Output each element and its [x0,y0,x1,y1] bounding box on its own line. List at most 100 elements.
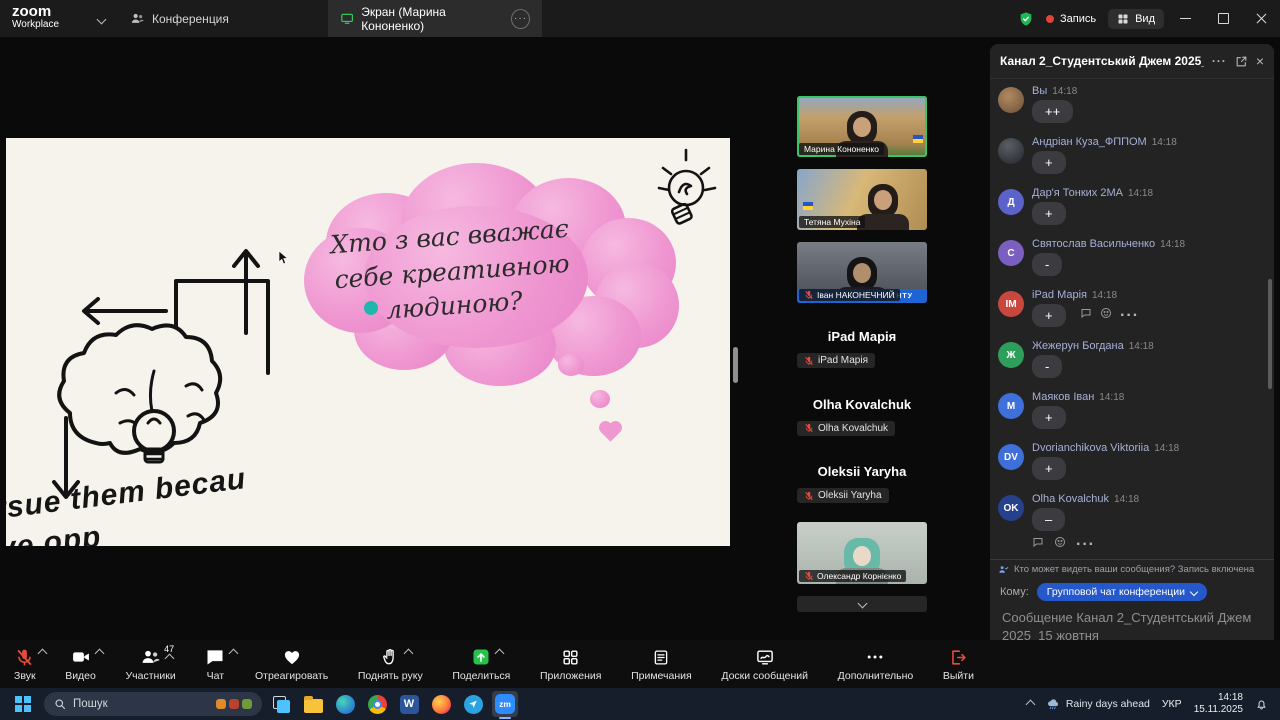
message-bubble[interactable]: + [1032,406,1066,429]
tab-conference[interactable]: Конференция [118,0,241,37]
taskbar-search[interactable]: Пошук [44,692,262,716]
language-indicator[interactable]: УКР [1162,698,1182,710]
audio-participant-olha[interactable]: Olha Kovalchuk Olha Kovalchuk [797,397,927,439]
tab-screen-share[interactable]: Экран (Марина Кононенко) ··· [328,0,542,37]
share-screen-button[interactable]: Поделиться [452,647,510,682]
participants-button[interactable]: 47 Участники [126,647,176,682]
mic-off-icon [804,356,814,366]
zoom-icon: zm [495,694,515,714]
react-button[interactable]: Отреагировать [255,647,328,682]
reply-icon[interactable] [1032,536,1044,548]
taskbar-clock[interactable]: 14:18 15.11.2025 [1194,692,1243,717]
video-options-chevron-icon[interactable] [94,648,104,658]
raise-hand-button[interactable]: Поднять руку [358,647,423,682]
participants-options-chevron-icon[interactable] [165,653,175,663]
collapse-strip-button[interactable] [797,596,927,612]
video-button[interactable]: Видео [65,647,96,682]
telegram-button[interactable] [460,691,486,717]
message-sender[interactable]: Андріан Куза_ФППОМ [1032,136,1147,148]
message-sender[interactable]: Вы [1032,85,1047,97]
message-bubble[interactable]: + [1032,304,1066,327]
message-sender[interactable]: iPad Марія [1032,289,1087,301]
react-heart-icon [282,647,302,667]
chat-bubble-icon [205,647,225,667]
recording-indicator[interactable]: Запись [1046,13,1096,25]
message-bubble[interactable]: - [1032,355,1062,378]
more-button[interactable]: Дополнительно [838,647,914,682]
message-sender[interactable]: Dvorianchikova Viktoriia [1032,442,1149,454]
share-area-scrollbar[interactable] [733,347,738,383]
chat-more-icon[interactable] [1212,54,1227,68]
search-icon [54,698,66,710]
task-view-button[interactable] [268,691,294,717]
tray-overflow-chevron-icon[interactable] [1025,699,1035,709]
shared-screen-slide: Хто з вас вважає себе креативною людиною… [6,138,730,546]
avatar: DV [998,444,1024,470]
message-time: 14:18 [1128,188,1153,199]
emoji-react-icon[interactable] [1100,307,1112,319]
message-sender[interactable]: Жежерун Богдана [1032,340,1124,352]
reply-icon[interactable] [1080,307,1092,319]
chrome-button[interactable] [364,691,390,717]
chat-close-icon[interactable]: × [1256,53,1264,69]
message-sender[interactable]: Дар'я Тонких 2МА [1032,187,1123,199]
notes-button[interactable]: Примечания [631,647,692,682]
audio-participant-oleksii[interactable]: Oleksii Yaryha Oleksii Yaryha [797,464,927,506]
close-button[interactable] [1242,0,1280,37]
date-value: 15.11.2025 [1194,704,1243,717]
message-sender[interactable]: Святослав Васильченко [1032,238,1155,250]
recipient-selector[interactable]: Групповой чат конференции [1037,583,1207,601]
raise-hand-options-chevron-icon[interactable] [403,648,413,658]
message-bubble[interactable]: – [1032,508,1065,531]
mic-off-icon [804,423,814,433]
video-tile-oleksandr[interactable]: Олександр Корнієнко [797,522,927,584]
message-bubble[interactable]: + [1032,202,1066,225]
share-options-chevron-icon[interactable] [495,648,505,658]
edge-button[interactable] [332,691,358,717]
message-sender[interactable]: Olha Kovalchuk [1032,493,1109,505]
more-actions-icon[interactable] [1076,536,1095,554]
windows-taskbar: Пошук W zm Rainy days ahead [0,688,1280,720]
chat-header: Канал 2_Студентський Джем 2025_15 ... × [990,44,1274,79]
minimize-button[interactable] [1166,0,1204,37]
message-bubble[interactable]: + [1032,151,1066,174]
chat-scrollbar[interactable] [1268,279,1272,389]
visibility-people-icon [998,564,1009,575]
audio-participant-ipad-maria[interactable]: iPad Марія iPad Марія [797,329,927,371]
file-explorer-button[interactable] [300,691,326,717]
pop-out-icon[interactable] [1235,55,1248,68]
zoom-app-button[interactable]: zm [492,691,518,717]
maximize-button[interactable] [1204,0,1242,37]
tab-options-icon[interactable]: ··· [511,9,530,29]
more-actions-icon[interactable] [1120,307,1139,325]
avatar: М [998,393,1024,419]
word-button[interactable]: W [396,691,422,717]
apps-button[interactable]: Приложения [540,647,601,682]
chat-message-list[interactable]: Вы14:18 ++ Андріан Куза_ФППОМ14:18 + Д Д… [990,79,1274,559]
chat-options-chevron-icon[interactable] [229,648,239,658]
weather-label: Rainy days ahead [1066,698,1150,710]
message-bubble[interactable]: ++ [1032,100,1073,123]
task-view-icon [273,696,290,713]
video-tile-tetiana[interactable]: Тетяна Мухіна [797,169,927,230]
tab-conference-label: Конференция [152,12,229,26]
weather-widget[interactable]: Rainy days ahead [1046,698,1150,711]
message-bubble[interactable]: - [1032,253,1062,276]
video-tile-marina[interactable]: Марина Кононенко [797,96,927,157]
whiteboards-button[interactable]: Доски сообщений [721,647,808,682]
notifications-bell-icon[interactable] [1255,698,1268,711]
chat-button[interactable]: Чат [205,647,225,682]
view-button[interactable]: Вид [1108,9,1164,29]
audio-button[interactable]: Звук [14,647,36,682]
video-tile-ivan[interactable]: ХНТУ Іван НАКОНЕЧНИЙ [797,242,927,303]
start-button[interactable] [10,691,36,717]
avatar: С [998,240,1024,266]
leave-button[interactable]: Выйти [943,647,974,682]
message-bubble[interactable]: + [1032,457,1066,480]
browser-button[interactable] [428,691,454,717]
workspace-chevron-down-icon[interactable] [97,15,107,25]
message-sender[interactable]: Маяков Іван [1032,391,1094,403]
emoji-react-icon[interactable] [1054,536,1066,548]
audio-options-chevron-icon[interactable] [38,648,48,658]
security-shield-icon[interactable] [1018,11,1034,27]
